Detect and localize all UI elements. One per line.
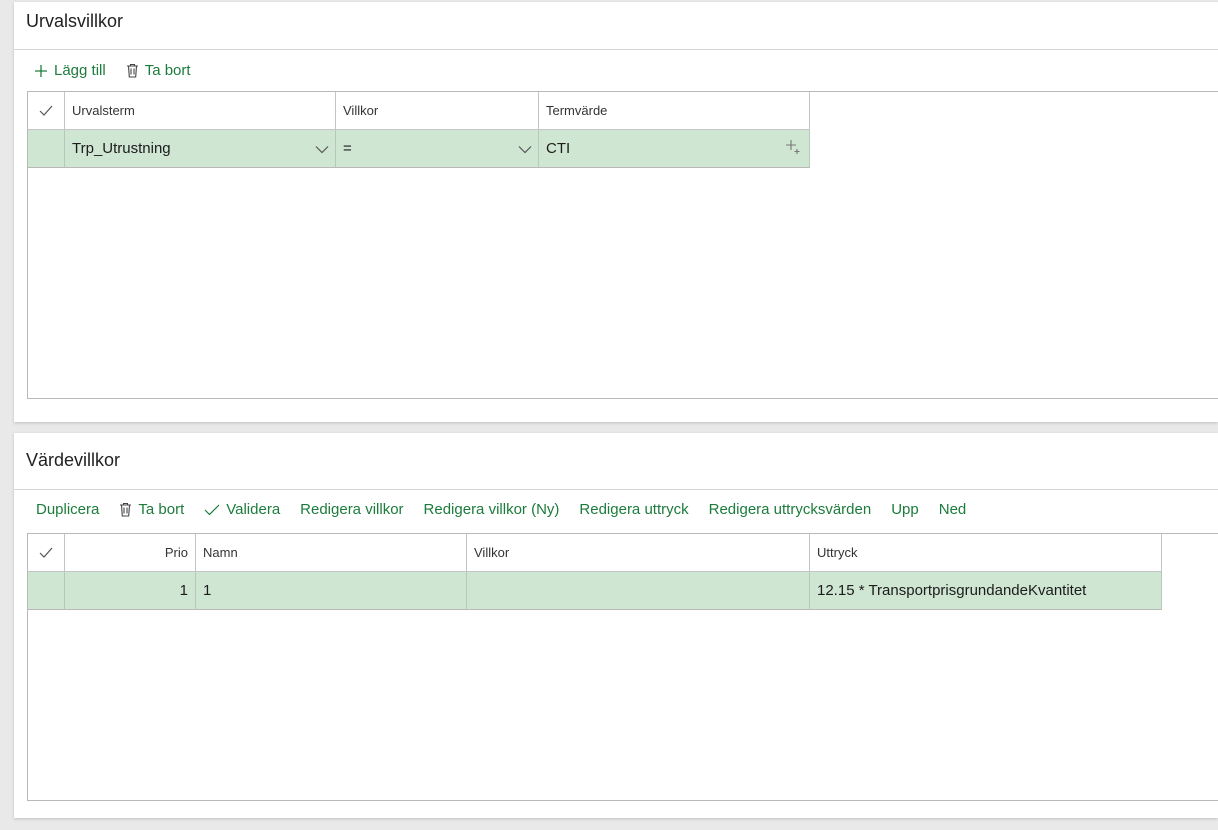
name-cell[interactable]: 1: [196, 572, 467, 609]
term-value-input[interactable]: CTI: [539, 130, 810, 167]
check-icon: [39, 547, 53, 558]
term-select[interactable]: Trp_Utrustning: [65, 130, 336, 167]
header-name[interactable]: Namn: [196, 534, 467, 571]
value-grid-header: Prio Namn Villkor Uttryck: [28, 534, 1162, 572]
header-term-value[interactable]: Termvärde: [539, 92, 810, 129]
title-divider: [14, 49, 1218, 50]
value-conditions-panel: Värdevillkor Duplicera Ta bort Validera …: [14, 433, 1218, 818]
edit-expression-button[interactable]: Redigera uttryck: [579, 501, 688, 518]
expression-cell[interactable]: 12.15 * TransportprisgrundandeKvantitet: [810, 572, 1162, 609]
select-all-checkbox[interactable]: [28, 534, 65, 571]
header-condition[interactable]: Villkor: [336, 92, 539, 129]
selection-toolbar: Lägg till Ta bort: [34, 62, 211, 79]
condition-value: =: [343, 140, 352, 157]
value-conditions-title: Värdevillkor: [26, 450, 121, 470]
selection-grid: Urvalsterm Villkor Termvärde Trp_Utrustn…: [27, 91, 1218, 399]
header-prio[interactable]: Prio: [65, 534, 196, 571]
term-value-text: CTI: [546, 140, 571, 157]
header-condition[interactable]: Villkor: [467, 534, 810, 571]
term-value: Trp_Utrustning: [72, 140, 171, 157]
selection-conditions-panel: Urvalsvillkor Lägg till Ta bort Urvalste…: [14, 2, 1218, 422]
edit-conditions-new-button[interactable]: Redigera villkor (Ny): [424, 501, 560, 518]
table-row[interactable]: 1 1 12.15 * TransportprisgrundandeKvanti…: [28, 572, 1162, 610]
chevron-down-icon[interactable]: [315, 140, 329, 157]
edit-conditions-button[interactable]: Redigera villkor: [300, 501, 403, 518]
add-row-icon[interactable]: [785, 139, 801, 159]
condition-cell[interactable]: [467, 572, 810, 609]
check-icon: [39, 105, 53, 116]
title-divider: [14, 489, 1218, 490]
row-select-cell[interactable]: [28, 572, 65, 609]
check-icon: [204, 504, 220, 516]
add-button[interactable]: Lägg till: [34, 62, 106, 79]
value-conditions-grid: Prio Namn Villkor Uttryck 1 1 12.15 * Tr…: [27, 533, 1218, 801]
duplicate-button-label: Duplicera: [36, 501, 100, 518]
value-conditions-toolbar: Duplicera Ta bort Validera Redigera vill…: [36, 501, 986, 518]
duplicate-button[interactable]: Duplicera: [36, 501, 99, 518]
trash-icon: [126, 63, 139, 78]
trash-icon: [119, 502, 132, 517]
table-row[interactable]: Trp_Utrustning = CTI: [28, 130, 810, 168]
edit-expression-values-button[interactable]: Redigera uttrycksvärden: [709, 501, 872, 518]
move-down-button[interactable]: Ned: [939, 501, 967, 518]
delete-button[interactable]: Ta bort: [119, 501, 184, 518]
plus-icon: [34, 64, 48, 78]
selection-conditions-title: Urvalsvillkor: [26, 11, 124, 31]
move-up-button[interactable]: Upp: [891, 501, 919, 518]
validate-button-label: Validera: [226, 501, 281, 518]
delete-button-label: Ta bort: [144, 62, 191, 79]
condition-select[interactable]: =: [336, 130, 539, 167]
header-term[interactable]: Urvalsterm: [65, 92, 336, 129]
row-select-cell[interactable]: [28, 130, 65, 167]
selection-grid-header: Urvalsterm Villkor Termvärde: [28, 92, 810, 130]
chevron-down-icon[interactable]: [518, 140, 532, 157]
delete-button[interactable]: Ta bort: [126, 62, 191, 79]
select-all-checkbox[interactable]: [28, 92, 65, 129]
validate-button[interactable]: Validera: [204, 501, 280, 518]
delete-button-label: Ta bort: [138, 501, 185, 518]
add-button-label: Lägg till: [54, 62, 106, 79]
prio-cell[interactable]: 1: [65, 572, 196, 609]
header-expression[interactable]: Uttryck: [810, 534, 1162, 571]
